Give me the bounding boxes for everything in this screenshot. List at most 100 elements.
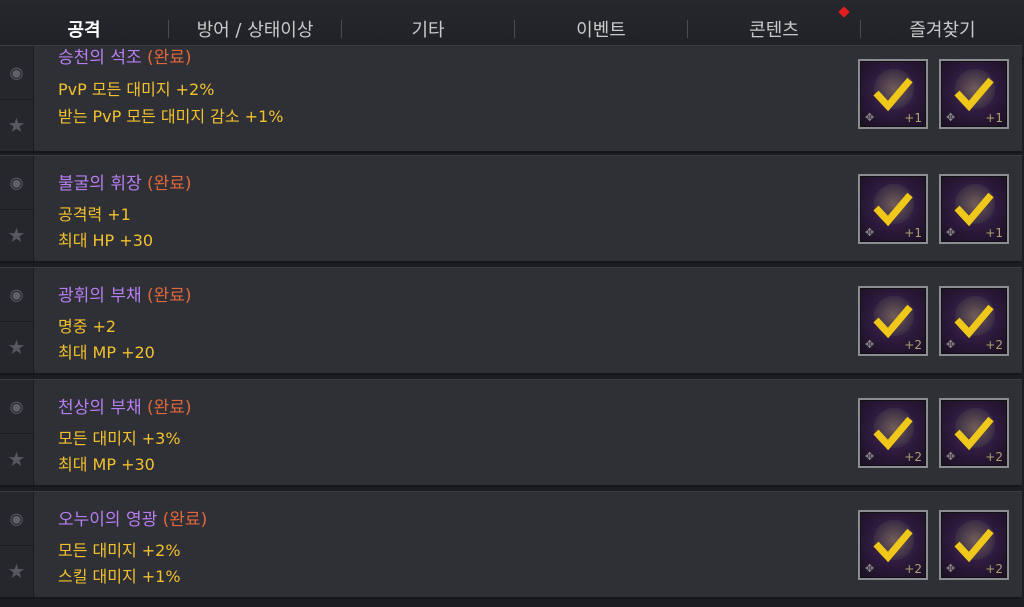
- list-item: ◉ ★ 오누이의 영광 (완료) 모든 대미지 +2% 스킬 대미지 +1% ✥…: [0, 491, 1022, 599]
- check-icon: [954, 192, 994, 227]
- item-slot[interactable]: ✥ +2: [858, 398, 928, 468]
- tab-defense-status-label: 방어 / 상태이상: [196, 20, 314, 41]
- row-side-controls: ◉ ★: [0, 380, 34, 485]
- dpad-icon: ✥: [865, 338, 875, 351]
- check-icon: [873, 77, 913, 112]
- entry-status: (완료): [147, 48, 192, 68]
- item-slot[interactable]: ✥ +1: [939, 59, 1009, 129]
- entry-stat: 모든 대미지 +2%: [58, 541, 181, 560]
- item-slot[interactable]: ✥ +2: [939, 510, 1009, 580]
- list-item: ◉ ★ 광휘의 부채 (완료) 명중 +2 최대 MP +20 ✥ +2 ✥ +…: [0, 267, 1022, 375]
- eye-icon: ◉: [9, 284, 24, 304]
- entry-status: (완료): [147, 398, 192, 418]
- dpad-icon: ✥: [946, 338, 956, 351]
- favorite-toggle[interactable]: ★: [0, 545, 33, 598]
- entry-stat: PvP 모든 대미지 +2%: [58, 80, 215, 99]
- entry-title-name: 천상의 부채: [58, 398, 142, 418]
- row-side-controls: ◉ ★: [0, 492, 34, 597]
- enhance-level: +1: [904, 226, 922, 240]
- row-side-controls: ◉ ★: [0, 46, 34, 151]
- item-slot[interactable]: ✥ +2: [858, 510, 928, 580]
- tab-etc-label: 기타: [411, 20, 445, 41]
- entry-stat: 받는 PvP 모든 대미지 감소 +1%: [58, 107, 284, 126]
- star-icon: ★: [7, 334, 26, 359]
- dpad-icon: ✥: [946, 226, 956, 239]
- entry-status: (완료): [147, 286, 192, 306]
- entry-stat: 스킬 대미지 +1%: [58, 567, 181, 586]
- check-icon: [873, 416, 913, 451]
- tab-contents-label: 콘텐츠: [749, 20, 799, 41]
- check-icon: [954, 416, 994, 451]
- entry-title: 천상의 부채 (완료): [58, 393, 192, 418]
- list-item: ◉ ★ 승천의 석조 (완료) PvP 모든 대미지 +2% 받는 PvP 모든…: [0, 45, 1022, 153]
- eye-icon: ◉: [9, 396, 24, 416]
- favorite-toggle[interactable]: ★: [0, 433, 33, 486]
- dpad-icon: ✥: [946, 562, 956, 575]
- check-icon: [954, 77, 994, 112]
- entry-status: (완료): [147, 174, 192, 194]
- dpad-icon: ✥: [946, 450, 956, 463]
- check-icon: [873, 192, 913, 227]
- dpad-icon: ✥: [946, 111, 956, 124]
- star-icon: ★: [7, 558, 26, 583]
- entry-stat: 최대 MP +30: [58, 455, 155, 474]
- item-slot[interactable]: ✥ +2: [939, 286, 1009, 356]
- item-slot[interactable]: ✥ +2: [858, 286, 928, 356]
- enhance-level: +1: [904, 111, 922, 125]
- enhance-level: +2: [904, 338, 922, 352]
- list-item: ◉ ★ 불굴의 휘장 (완료) 공격력 +1 최대 HP +30 ✥ +1 ✥ …: [0, 155, 1022, 263]
- entry-title: 승천의 석조 (완료): [58, 43, 192, 68]
- eye-toggle[interactable]: ◉: [0, 268, 33, 322]
- enhance-level: +1: [985, 226, 1003, 240]
- entry-title-name: 승천의 석조: [58, 48, 142, 68]
- item-slot[interactable]: ✥ +1: [858, 59, 928, 129]
- row-side-controls: ◉ ★: [0, 268, 34, 373]
- star-icon: ★: [7, 112, 26, 137]
- eye-toggle[interactable]: ◉: [0, 46, 33, 100]
- list-item: ◉ ★ 천상의 부채 (완료) 모든 대미지 +3% 최대 MP +30 ✥ +…: [0, 379, 1022, 487]
- star-icon: ★: [7, 446, 26, 471]
- favorite-toggle[interactable]: ★: [0, 209, 33, 262]
- tab-event-label: 이벤트: [576, 20, 626, 41]
- entry-status: (완료): [162, 510, 208, 530]
- item-slot[interactable]: ✥ +2: [939, 398, 1009, 468]
- entry-title-name: 불굴의 휘장: [58, 174, 142, 194]
- eye-toggle[interactable]: ◉: [0, 156, 33, 210]
- entry-stat: 공격력 +1: [58, 205, 131, 224]
- entry-stat: 모든 대미지 +3%: [58, 429, 181, 448]
- tab-attack-label: 공격: [67, 20, 101, 41]
- star-icon: ★: [7, 222, 26, 247]
- entry-stat: 최대 HP +30: [58, 231, 154, 250]
- entry-title-name: 광휘의 부채: [58, 286, 142, 306]
- eye-toggle[interactable]: ◉: [0, 492, 33, 546]
- enhance-level: +2: [985, 338, 1003, 352]
- item-slot[interactable]: ✥ +1: [858, 174, 928, 244]
- entry-title: 광휘의 부채 (완료): [58, 281, 192, 306]
- tab-favorites-label: 즐겨찾기: [909, 20, 976, 41]
- enhance-level: +2: [904, 562, 922, 576]
- eye-icon: ◉: [9, 62, 24, 82]
- enhance-level: +2: [985, 562, 1003, 576]
- check-icon: [954, 528, 994, 563]
- row-side-controls: ◉ ★: [0, 156, 34, 261]
- dpad-icon: ✥: [865, 562, 875, 575]
- entry-title-name: 오누이의 영광: [58, 510, 158, 530]
- enhance-level: +2: [904, 450, 922, 464]
- entry-title: 오누이의 영광 (완료): [58, 505, 207, 530]
- entry-title: 불굴의 휘장 (완료): [58, 169, 192, 194]
- check-icon: [954, 304, 994, 339]
- eye-icon: ◉: [9, 508, 24, 528]
- eye-icon: ◉: [9, 172, 24, 192]
- favorite-toggle[interactable]: ★: [0, 321, 33, 374]
- entry-stat: 명중 +2: [58, 317, 117, 336]
- check-icon: [873, 528, 913, 563]
- dpad-icon: ✥: [865, 226, 875, 239]
- enhance-level: +2: [985, 450, 1003, 464]
- collection-list: ◉ ★ 승천의 석조 (완료) PvP 모든 대미지 +2% 받는 PvP 모든…: [0, 45, 1024, 607]
- enhance-level: +1: [985, 111, 1003, 125]
- eye-toggle[interactable]: ◉: [0, 380, 33, 434]
- dpad-icon: ✥: [865, 450, 875, 463]
- favorite-toggle[interactable]: ★: [0, 99, 33, 152]
- item-slot[interactable]: ✥ +1: [939, 174, 1009, 244]
- entry-stat: 최대 MP +20: [58, 343, 155, 362]
